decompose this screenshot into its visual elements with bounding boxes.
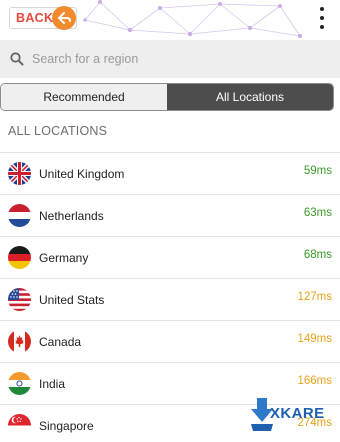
usa-flag-icon xyxy=(8,288,31,311)
app-header: BACK xyxy=(0,0,340,40)
search-bar xyxy=(0,40,340,78)
kebab-menu-icon[interactable] xyxy=(318,7,326,29)
location-name: United Kingdom xyxy=(39,166,125,181)
latency-value: 166ms xyxy=(297,375,332,387)
location-name: Canada xyxy=(39,334,82,349)
watermark-logo: XKARE xyxy=(251,398,340,436)
canada-flag-icon xyxy=(8,330,31,353)
location-row-netherlands[interactable]: Netherlands 63ms xyxy=(0,195,340,237)
search-input[interactable] xyxy=(32,48,322,70)
germany-flag-icon xyxy=(8,246,31,269)
tab-recommended[interactable]: Recommended xyxy=(1,84,167,110)
uk-flag-icon xyxy=(8,162,31,185)
location-tabs: Recommended All Locations xyxy=(0,83,334,111)
location-row-united-kingdom[interactable]: United Kingdom 59ms xyxy=(0,153,340,195)
latency-value: 63ms xyxy=(303,207,332,219)
back-button[interactable]: BACK xyxy=(9,6,77,30)
netherlands-flag-icon xyxy=(8,204,31,227)
india-flag-icon xyxy=(8,372,31,395)
location-name: Singapore xyxy=(39,418,94,433)
search-icon xyxy=(10,52,24,66)
location-name: India xyxy=(39,376,66,391)
location-row-canada[interactable]: Canada 149ms xyxy=(0,321,340,363)
section-title: ALL LOCATIONS xyxy=(8,124,108,138)
location-name: Netherlands xyxy=(39,208,104,223)
location-row-united-states[interactable]: United Stats 127ms xyxy=(0,279,340,321)
location-name: United Stats xyxy=(39,292,105,307)
latency-value: 68ms xyxy=(303,249,332,261)
latency-value: 149ms xyxy=(297,333,332,345)
latency-value: 127ms xyxy=(297,291,332,303)
singapore-flag-icon xyxy=(8,414,31,437)
latency-value: 59ms xyxy=(303,165,332,177)
back-arrow-icon xyxy=(52,6,76,30)
watermark-text: XKARE xyxy=(270,405,325,422)
back-button-label: BACK xyxy=(16,11,54,25)
location-row-germany[interactable]: Germany 68ms xyxy=(0,237,340,279)
location-name: Germany xyxy=(39,250,89,265)
tab-all-locations[interactable]: All Locations xyxy=(167,84,333,110)
